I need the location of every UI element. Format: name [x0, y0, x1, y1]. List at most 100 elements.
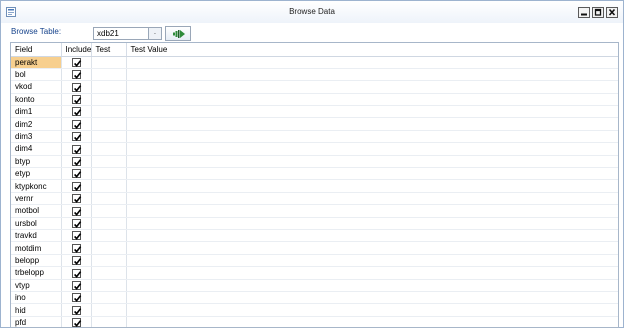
- test-cell[interactable]: [91, 68, 127, 82]
- test-cell[interactable]: [91, 291, 127, 305]
- test-value-cell[interactable]: [126, 229, 618, 243]
- table-row[interactable]: vkod: [11, 80, 618, 94]
- include-checkbox[interactable]: [71, 144, 81, 154]
- test-cell[interactable]: [91, 241, 127, 255]
- test-value-cell[interactable]: [126, 93, 618, 107]
- table-row[interactable]: vernr: [11, 192, 618, 206]
- include-checkbox[interactable]: [71, 194, 81, 204]
- test-value-cell[interactable]: [126, 241, 618, 255]
- field-name-cell[interactable]: btyp: [11, 155, 62, 169]
- include-checkbox[interactable]: [71, 95, 81, 105]
- include-checkbox[interactable]: [71, 169, 81, 179]
- test-value-cell[interactable]: [126, 254, 618, 268]
- run-browse-button[interactable]: [165, 26, 191, 41]
- include-checkbox[interactable]: [71, 293, 81, 303]
- field-name-cell[interactable]: ktypkonc: [11, 179, 62, 193]
- field-name-cell[interactable]: ino: [11, 291, 62, 305]
- test-cell[interactable]: [91, 142, 127, 156]
- minimize-button[interactable]: [578, 7, 590, 18]
- test-cell[interactable]: [91, 56, 127, 69]
- field-name-cell[interactable]: motdim: [11, 241, 62, 255]
- include-checkbox[interactable]: [71, 119, 81, 129]
- include-checkbox[interactable]: [71, 57, 81, 67]
- field-name-cell[interactable]: belopp: [11, 254, 62, 268]
- include-checkbox[interactable]: [71, 280, 81, 290]
- test-value-cell[interactable]: [126, 192, 618, 206]
- test-value-cell[interactable]: [126, 105, 618, 119]
- table-row[interactable]: perakt: [11, 56, 618, 69]
- field-name-cell[interactable]: konto: [11, 93, 62, 107]
- field-name-cell[interactable]: travkd: [11, 229, 62, 243]
- include-checkbox[interactable]: [71, 157, 81, 167]
- test-value-cell[interactable]: [126, 279, 618, 292]
- test-value-cell[interactable]: [126, 80, 618, 94]
- field-name-cell[interactable]: dim2: [11, 117, 62, 131]
- table-row[interactable]: motbol: [11, 204, 618, 218]
- test-value-cell[interactable]: [126, 204, 618, 218]
- test-value-cell[interactable]: [126, 68, 618, 82]
- include-checkbox[interactable]: [71, 181, 81, 191]
- table-row[interactable]: motdim: [11, 241, 618, 255]
- table-row[interactable]: dim1: [11, 105, 618, 119]
- test-cell[interactable]: [91, 316, 127, 327]
- test-cell[interactable]: [91, 179, 127, 193]
- test-value-cell[interactable]: [126, 167, 618, 181]
- test-value-cell[interactable]: [126, 266, 618, 280]
- test-value-cell[interactable]: [126, 142, 618, 156]
- test-cell[interactable]: [91, 204, 127, 218]
- test-value-cell[interactable]: [126, 155, 618, 169]
- include-checkbox[interactable]: [71, 268, 81, 278]
- include-checkbox[interactable]: [71, 256, 81, 266]
- test-cell[interactable]: [91, 80, 127, 94]
- test-cell[interactable]: [91, 254, 127, 268]
- table-row[interactable]: bol: [11, 68, 618, 82]
- field-name-cell[interactable]: trbelopp: [11, 266, 62, 280]
- test-value-cell[interactable]: [126, 179, 618, 193]
- column-header-test-value[interactable]: Test Value: [126, 43, 618, 57]
- table-row[interactable]: trbelopp: [11, 266, 618, 280]
- table-row[interactable]: ktypkonc: [11, 179, 618, 193]
- maximize-button[interactable]: [592, 7, 604, 18]
- field-name-cell[interactable]: etyp: [11, 167, 62, 181]
- field-name-cell[interactable]: perakt: [11, 56, 62, 69]
- table-row[interactable]: ursbol: [11, 217, 618, 230]
- test-value-cell[interactable]: [126, 291, 618, 305]
- include-checkbox[interactable]: [71, 318, 81, 327]
- column-header-test[interactable]: Test: [91, 43, 127, 57]
- column-header-include[interactable]: Include: [61, 43, 92, 57]
- field-name-cell[interactable]: vernr: [11, 192, 62, 206]
- test-cell[interactable]: [91, 167, 127, 181]
- table-row[interactable]: hid: [11, 303, 618, 317]
- include-checkbox[interactable]: [71, 231, 81, 241]
- table-row[interactable]: dim3: [11, 130, 618, 144]
- field-name-cell[interactable]: bol: [11, 68, 62, 82]
- include-checkbox[interactable]: [71, 70, 81, 80]
- field-name-cell[interactable]: ursbol: [11, 217, 62, 230]
- test-cell[interactable]: [91, 155, 127, 169]
- field-name-cell[interactable]: dim1: [11, 105, 62, 119]
- test-cell[interactable]: [91, 229, 127, 243]
- test-cell[interactable]: [91, 105, 127, 119]
- field-name-cell[interactable]: dim4: [11, 142, 62, 156]
- table-row[interactable]: travkd: [11, 229, 618, 243]
- test-cell[interactable]: [91, 217, 127, 230]
- test-value-cell[interactable]: [126, 56, 618, 69]
- table-row[interactable]: btyp: [11, 155, 618, 169]
- include-checkbox[interactable]: [71, 218, 81, 228]
- field-name-cell[interactable]: dim3: [11, 130, 62, 144]
- field-name-cell[interactable]: pfd: [11, 316, 62, 327]
- table-row[interactable]: dim4: [11, 142, 618, 156]
- test-cell[interactable]: [91, 266, 127, 280]
- field-name-cell[interactable]: vtyp: [11, 279, 62, 292]
- include-checkbox[interactable]: [71, 107, 81, 117]
- test-cell[interactable]: [91, 93, 127, 107]
- test-value-cell[interactable]: [126, 130, 618, 144]
- table-row[interactable]: pfd: [11, 316, 618, 327]
- include-checkbox[interactable]: [71, 305, 81, 315]
- table-row[interactable]: vtyp: [11, 279, 618, 292]
- table-row[interactable]: etyp: [11, 167, 618, 181]
- include-checkbox[interactable]: [71, 243, 81, 253]
- test-value-cell[interactable]: [126, 303, 618, 317]
- include-checkbox[interactable]: [71, 82, 81, 92]
- test-value-cell[interactable]: [126, 117, 618, 131]
